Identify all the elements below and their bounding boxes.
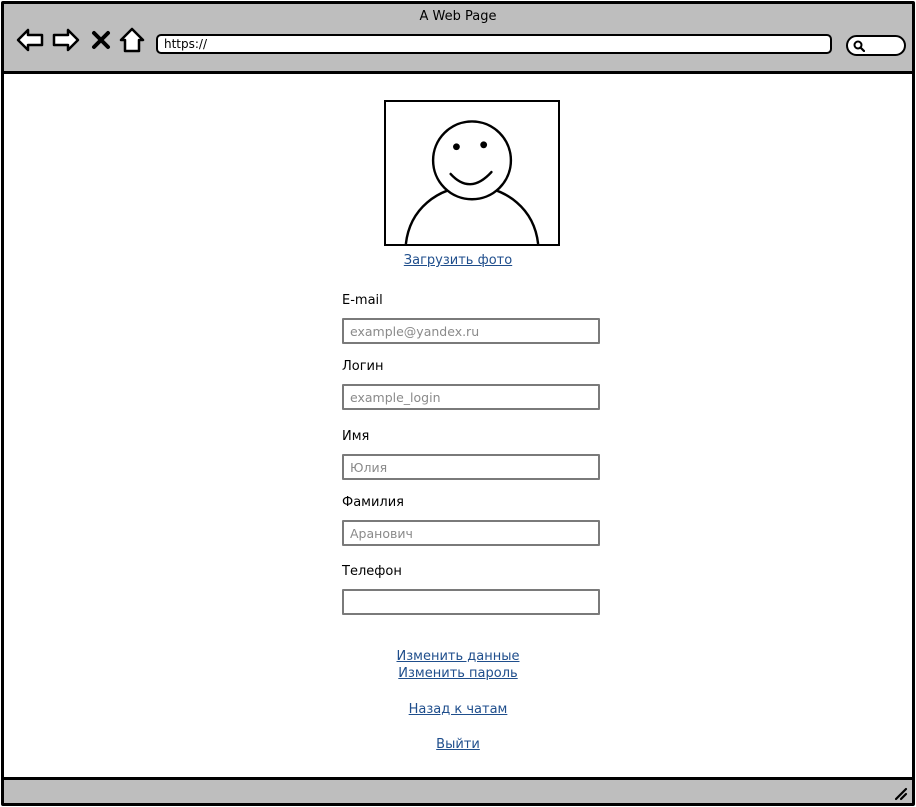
browser-toolbar: A Web Page https:// bbox=[4, 4, 912, 74]
login-field[interactable] bbox=[342, 384, 600, 410]
logout-link[interactable]: Выйти bbox=[4, 737, 912, 752]
back-arrow-icon[interactable] bbox=[16, 26, 44, 54]
back-to-chats-link[interactable]: Назад к чатам bbox=[4, 702, 912, 717]
phone-field[interactable] bbox=[342, 589, 600, 615]
search-box[interactable] bbox=[846, 35, 906, 56]
resize-grip-icon[interactable] bbox=[892, 785, 908, 801]
change-password-link[interactable]: Изменить пароль bbox=[4, 666, 912, 681]
browser-window: A Web Page https:// Загрузить фото E-mai… bbox=[1, 1, 915, 806]
phone-label: Телефон bbox=[342, 564, 402, 579]
last-name-field[interactable] bbox=[342, 520, 600, 546]
home-icon[interactable] bbox=[118, 26, 146, 54]
login-label: Логин bbox=[342, 359, 384, 374]
browser-status-bar bbox=[4, 777, 912, 803]
email-field[interactable] bbox=[342, 318, 600, 344]
person-silhouette-icon bbox=[404, 120, 540, 244]
email-label: E-mail bbox=[342, 293, 383, 308]
close-x-icon[interactable] bbox=[90, 26, 112, 54]
change-data-link[interactable]: Изменить данные bbox=[4, 649, 912, 664]
first-name-field[interactable] bbox=[342, 454, 600, 480]
avatar-placeholder bbox=[384, 100, 560, 246]
forward-arrow-icon[interactable] bbox=[52, 26, 80, 54]
url-bar[interactable]: https:// bbox=[156, 34, 832, 54]
last-name-label: Фамилия bbox=[342, 495, 404, 510]
window-title: A Web Page bbox=[419, 9, 497, 24]
search-icon bbox=[853, 40, 865, 52]
upload-photo-link[interactable]: Загрузить фото bbox=[4, 253, 912, 268]
first-name-label: Имя bbox=[342, 429, 370, 444]
